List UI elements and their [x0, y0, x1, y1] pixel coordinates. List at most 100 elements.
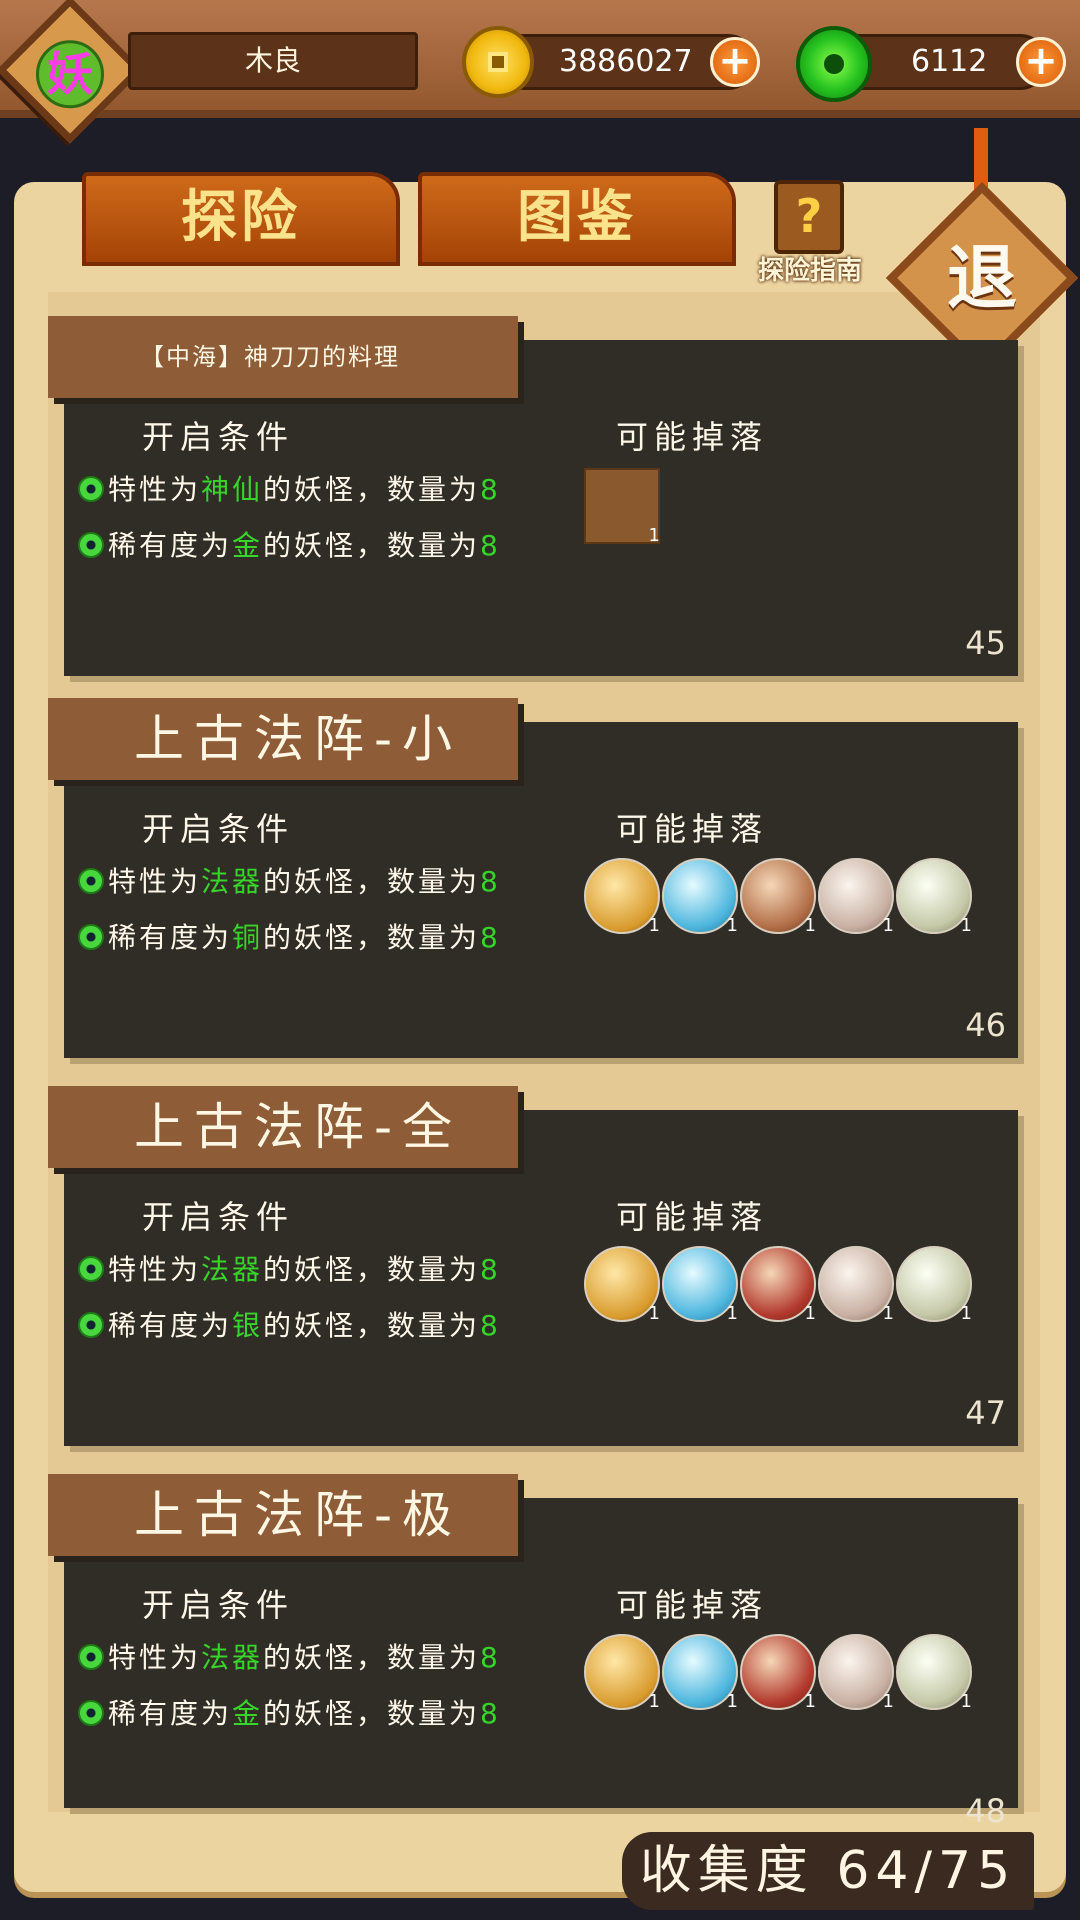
cond-highlight: 金 — [232, 1697, 264, 1730]
cond-text: 特性为 — [108, 865, 202, 898]
cond-text: 的妖怪，数量为 — [263, 1697, 481, 1730]
expedition-card[interactable]: 上古法阵-全 开启条件 可能掉落 特性为法器的妖怪，数量为8 稀有度为银的妖怪，… — [48, 1086, 1018, 1446]
add-coins-button[interactable]: + — [710, 37, 760, 87]
bullet-icon — [78, 532, 104, 558]
drop-count: 1 — [804, 1691, 816, 1712]
guide-book-icon: ? — [774, 180, 844, 254]
drop-count: 1 — [726, 1691, 738, 1712]
drop-count: 1 — [648, 1691, 660, 1712]
condition-trait: 特性为法器的妖怪，数量为8 — [78, 860, 501, 900]
explore-guide-button[interactable]: ? 探险指南 — [750, 180, 870, 290]
drops-label: 可能掉落 — [616, 1586, 769, 1624]
cond-count: 8 — [480, 921, 501, 954]
cond-highlight: 神仙 — [201, 473, 264, 506]
money-bag-icon[interactable]: 1 — [740, 858, 816, 936]
tab-explore[interactable]: 探险 — [82, 172, 400, 266]
conditions-label: 开启条件 — [142, 418, 295, 456]
collection-label: 收集度 — [639, 1841, 814, 1901]
cond-count: 8 — [480, 1253, 501, 1286]
cond-count: 8 — [480, 529, 501, 562]
card-title: 【中海】神刀刀的料理 — [48, 316, 518, 398]
dice-icon[interactable]: 1 — [896, 1246, 972, 1324]
cond-highlight: 法器 — [201, 1253, 264, 1286]
blue-chip-icon[interactable]: 1 — [662, 1634, 738, 1712]
cond-text: 的妖怪，数量为 — [263, 1309, 481, 1342]
collection-progress: 收集度 64/75 — [622, 1832, 1034, 1910]
collection-value: 64/75 — [836, 1841, 1017, 1901]
avatar[interactable]: 妖 — [0, 0, 144, 144]
drops-label: 可能掉落 — [616, 810, 769, 848]
card-number: 48 — [965, 1792, 1006, 1830]
blue-chip-icon[interactable]: 1 — [662, 858, 738, 936]
add-jade-button[interactable]: + — [1016, 37, 1066, 87]
condition-trait: 特性为法器的妖怪，数量为8 — [78, 1636, 501, 1676]
expedition-card[interactable]: 上古法阵-小 开启条件 可能掉落 特性为法器的妖怪，数量为8 稀有度为铜的妖怪，… — [48, 698, 1018, 1058]
cond-highlight: 法器 — [201, 1641, 264, 1674]
card-icon[interactable]: 1 — [818, 1634, 894, 1712]
food-box-icon[interactable]: 1 — [584, 468, 660, 546]
cond-text: 特性为 — [108, 473, 202, 506]
cond-highlight: 银 — [232, 1309, 264, 1342]
conditions-label: 开启条件 — [142, 1198, 295, 1236]
cond-count: 8 — [480, 1309, 501, 1342]
drop-count: 1 — [726, 1303, 738, 1324]
cond-text: 稀有度为 — [108, 921, 233, 954]
cond-highlight: 法器 — [201, 865, 264, 898]
condition-rarity: 稀有度为金的妖怪，数量为8 — [78, 1692, 501, 1732]
dice-icon[interactable]: 1 — [896, 1634, 972, 1712]
expedition-card[interactable]: 【中海】神刀刀的料理 开启条件 可能掉落 特性为神仙的妖怪，数量为8 稀有度为金… — [48, 316, 1018, 676]
bullet-icon — [78, 1256, 104, 1282]
conditions-label: 开启条件 — [142, 810, 295, 848]
gold-token-icon[interactable]: 1 — [584, 1634, 660, 1712]
card-number: 46 — [965, 1006, 1006, 1044]
drops-label: 可能掉落 — [616, 1198, 769, 1236]
cond-text: 的妖怪，数量为 — [263, 1641, 481, 1674]
conditions-label: 开启条件 — [142, 1586, 295, 1624]
bullet-icon — [78, 1644, 104, 1670]
gold-token-icon[interactable]: 1 — [584, 858, 660, 936]
jade-hole-icon — [824, 54, 844, 74]
cond-text: 特性为 — [108, 1253, 202, 1286]
coin-hole-icon — [488, 52, 508, 72]
cond-text: 的妖怪，数量为 — [263, 473, 481, 506]
cond-text: 的妖怪，数量为 — [263, 529, 481, 562]
cond-highlight: 金 — [232, 529, 264, 562]
drop-count: 1 — [648, 915, 660, 936]
drop-count: 1 — [882, 1691, 894, 1712]
red-bag-icon[interactable]: 1 — [740, 1246, 816, 1324]
gold-token-icon[interactable]: 1 — [584, 1246, 660, 1324]
tab-collection[interactable]: 图鉴 — [418, 172, 736, 266]
cond-text: 稀有度为 — [108, 1309, 233, 1342]
drop-count: 1 — [882, 915, 894, 936]
cond-count: 8 — [480, 865, 501, 898]
cond-text: 稀有度为 — [108, 529, 233, 562]
condition-rarity: 稀有度为铜的妖怪，数量为8 — [78, 916, 501, 956]
cond-text: 特性为 — [108, 1641, 202, 1674]
drop-count: 1 — [804, 915, 816, 936]
bullet-icon — [78, 924, 104, 950]
card-icon[interactable]: 1 — [818, 858, 894, 936]
condition-trait: 特性为法器的妖怪，数量为8 — [78, 1248, 501, 1288]
guide-label: 探险指南 — [757, 256, 862, 286]
dice-icon[interactable]: 1 — [896, 858, 972, 936]
cond-text: 的妖怪，数量为 — [263, 1253, 481, 1286]
cond-count: 8 — [480, 473, 501, 506]
condition-rarity: 稀有度为银的妖怪，数量为8 — [78, 1304, 501, 1344]
jade-count: 6112 — [911, 44, 988, 79]
condition-rarity: 稀有度为金的妖怪，数量为8 — [78, 524, 501, 564]
expedition-card[interactable]: 上古法阵-极 开启条件 可能掉落 特性为法器的妖怪，数量为8 稀有度为金的妖怪，… — [48, 1474, 1018, 1834]
drop-count: 1 — [648, 1303, 660, 1324]
top-bar: 妖 木良 3886027 + 6112 + — [0, 0, 1080, 144]
blue-chip-icon[interactable]: 1 — [662, 1246, 738, 1324]
cond-text: 稀有度为 — [108, 1697, 233, 1730]
card-icon[interactable]: 1 — [818, 1246, 894, 1324]
coin-count: 3886027 — [559, 44, 693, 79]
red-bag-icon[interactable]: 1 — [740, 1634, 816, 1712]
drops-label: 可能掉落 — [616, 418, 769, 456]
drop-count: 1 — [960, 915, 972, 936]
drop-count: 1 — [960, 1303, 972, 1324]
bullet-icon — [78, 1700, 104, 1726]
cond-highlight: 铜 — [232, 921, 264, 954]
cond-text: 的妖怪，数量为 — [263, 865, 481, 898]
drop-count: 1 — [726, 915, 738, 936]
